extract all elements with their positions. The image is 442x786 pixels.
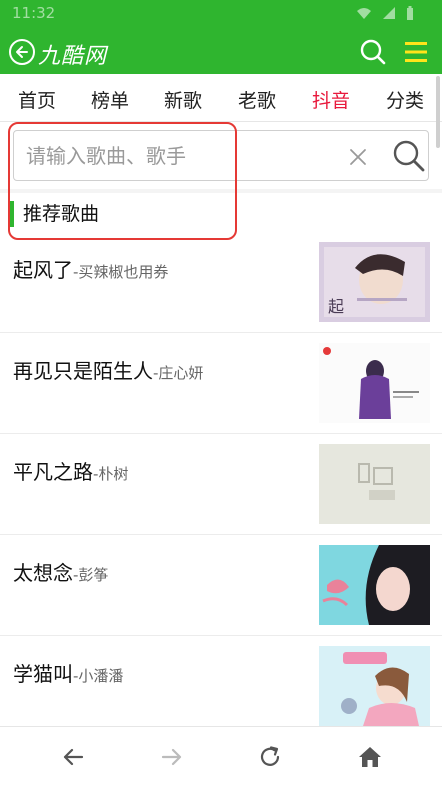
- song-artist[interactable]: -彭筝: [73, 566, 108, 584]
- song-title[interactable]: 太想念: [13, 561, 73, 585]
- back-button[interactable]: [9, 39, 35, 65]
- tab-home[interactable]: 首页: [18, 86, 56, 113]
- album-cover[interactable]: [319, 646, 430, 726]
- divider: [0, 189, 442, 193]
- song-list: 起风了-买辣椒也用券 起 再见只是陌生人-庄心妍 平凡之路-朴树 太想念-彭筝 …: [0, 232, 442, 737]
- song-artist[interactable]: -朴树: [93, 465, 128, 483]
- album-cover-qifengle-icon: 起: [319, 242, 430, 322]
- signal-icon: [383, 7, 395, 19]
- song-artist[interactable]: -小潘潘: [73, 667, 123, 685]
- wifi-icon: [357, 8, 371, 19]
- album-cover[interactable]: [319, 444, 430, 524]
- song-item[interactable]: 再见只是陌生人-庄心妍: [0, 333, 442, 434]
- song-title-line: 太想念-彭筝: [13, 557, 108, 586]
- song-item[interactable]: 学猫叫-小潘潘: [0, 636, 442, 737]
- status-time: 11:32: [12, 4, 56, 22]
- song-title-line: 学猫叫-小潘潘: [13, 658, 123, 687]
- category-tabs: 首页 榜单 新歌 老歌 抖音 分类: [0, 74, 442, 122]
- menu-icon[interactable]: [404, 40, 428, 64]
- album-cover[interactable]: [319, 343, 430, 423]
- search-input[interactable]: [26, 141, 326, 171]
- search-icon[interactable]: [359, 38, 387, 66]
- tab-charts[interactable]: 榜单: [91, 86, 129, 113]
- song-item[interactable]: 太想念-彭筝: [0, 535, 442, 636]
- song-item[interactable]: 平凡之路-朴树: [0, 434, 442, 535]
- system-icons: [356, 6, 414, 21]
- bottom-navigation: [0, 726, 442, 786]
- album-cover-taixiangnian-icon: [319, 545, 430, 625]
- tab-douyin[interactable]: 抖音: [312, 86, 350, 113]
- home-icon[interactable]: [358, 745, 382, 769]
- song-title[interactable]: 学猫叫: [13, 662, 73, 686]
- scrollbar[interactable]: [436, 76, 440, 148]
- tab-new-songs[interactable]: 新歌: [164, 86, 202, 113]
- tab-old-songs[interactable]: 老歌: [238, 86, 276, 113]
- clear-icon[interactable]: [348, 147, 368, 167]
- song-title[interactable]: 起风了: [13, 258, 73, 282]
- battery-icon: [407, 6, 413, 20]
- forward-arrow-icon[interactable]: [160, 745, 184, 769]
- refresh-icon[interactable]: [258, 745, 282, 769]
- search-button-icon[interactable]: [392, 139, 426, 173]
- album-cover[interactable]: [319, 545, 430, 625]
- song-title[interactable]: 再见只是陌生人: [13, 359, 153, 383]
- album-cover[interactable]: 起: [319, 242, 430, 322]
- album-cover-pingfan-icon: [319, 444, 430, 524]
- album-cover-xuemaojiao-icon: [319, 646, 430, 726]
- search-bar: [0, 123, 442, 189]
- svg-text:起: 起: [328, 297, 344, 316]
- song-title[interactable]: 平凡之路: [13, 460, 93, 484]
- song-title-line: 平凡之路-朴树: [13, 456, 128, 485]
- site-logo[interactable]: 九酷网: [38, 38, 107, 70]
- app-header: 九酷网: [0, 30, 442, 74]
- search-box: [13, 130, 429, 181]
- status-bar: 11:32: [0, 0, 442, 30]
- back-arrow-icon: [16, 46, 28, 58]
- back-arrow-icon[interactable]: [61, 745, 85, 769]
- song-title-line: 再见只是陌生人-庄心妍: [13, 355, 203, 384]
- tab-categories[interactable]: 分类: [386, 86, 424, 113]
- song-item[interactable]: 起风了-买辣椒也用券 起: [0, 232, 442, 333]
- song-artist[interactable]: -买辣椒也用券: [73, 263, 168, 281]
- section-title: 推荐歌曲: [10, 201, 99, 227]
- album-cover-zaijian-icon: [319, 343, 430, 423]
- song-title-line: 起风了-买辣椒也用券: [13, 254, 168, 283]
- song-artist[interactable]: -庄心妍: [153, 364, 203, 382]
